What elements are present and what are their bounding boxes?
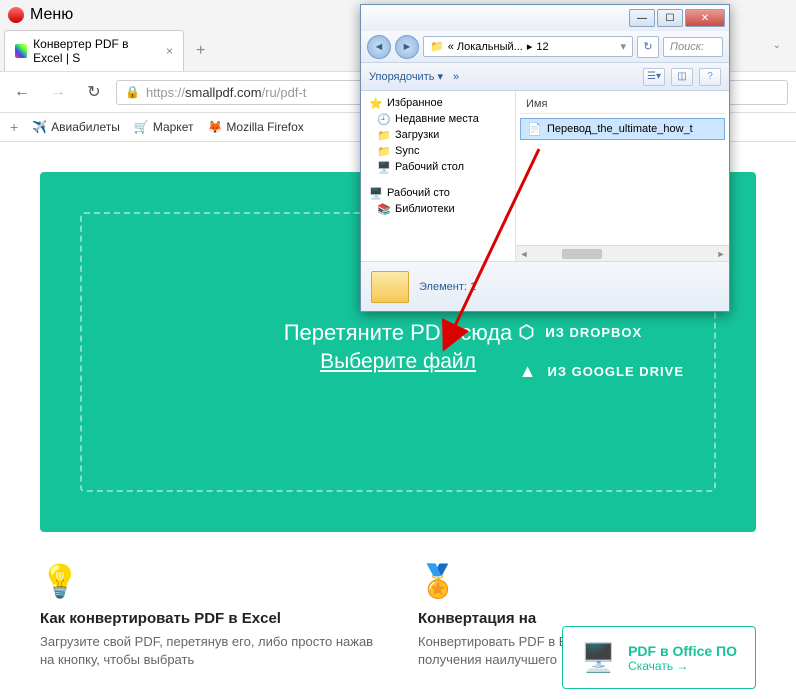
maximize-button[interactable]: ☐ [657,9,683,27]
promo-box[interactable]: 🖥️ PDF в Office ПО Скачать → [562,626,756,689]
new-tab-button[interactable]: + [188,38,213,64]
refresh-button[interactable]: ↻ [637,36,659,58]
badge-icon: 🏅 [418,562,756,600]
cart-icon: 🛒 [134,120,149,134]
scroll-right-icon[interactable]: ► [713,247,729,261]
forward-button[interactable]: → [44,78,72,106]
status-text: Элемент: 1 [419,281,476,293]
explorer-tree: ⭐Избранное 🕘Недавние места 📁Загрузки 📁Sy… [361,91,516,261]
view-options-button[interactable]: ☰▾ [643,68,665,86]
explorer-titlebar[interactable]: — ☐ ✕ [361,5,729,31]
explorer-back-button[interactable]: ◄ [367,35,391,59]
folder-preview-icon [371,271,409,303]
promo-title: PDF в Office ПО [628,643,737,659]
dropbox-button[interactable]: ⬡ ИЗ DROPBOX [519,322,684,343]
toolbar-chevron[interactable]: » [453,71,459,83]
promo-download-link[interactable]: Скачать → [628,659,737,673]
scroll-left-icon[interactable]: ◄ [516,247,532,261]
tree-downloads[interactable]: 📁Загрузки [361,127,515,143]
tree-favorites[interactable]: ⭐Избранное [361,95,515,111]
tab-title: Конвертер PDF в Excel | S [33,37,160,65]
firefox-icon: 🦊 [207,120,222,134]
add-bookmark-icon[interactable]: + [10,119,18,135]
tab-close-icon[interactable]: × [166,44,173,58]
folder-icon: 📁 [430,40,444,53]
file-explorer-window: — ☐ ✕ ◄ ► 📁 « Локальный... ▸ 12 ▾ ↻ Поис… [360,4,730,312]
menu-label[interactable]: Меню [30,6,73,24]
browser-tab[interactable]: Конвертер PDF в Excel | S × [4,30,184,71]
libraries-icon: 📚 [377,203,391,215]
lightbulb-icon: 💡 [40,562,378,600]
gdrive-button[interactable]: ▲ ИЗ GOOGLE DRIVE [519,361,684,382]
scrollbar-thumb[interactable] [562,249,602,259]
folder-icon: 📁 [377,145,391,157]
explorer-search-input[interactable]: Поиск: [663,37,723,57]
tree-libraries[interactable]: 📚Библиотеки [361,201,515,217]
plane-icon: ✈️ [32,120,47,134]
pdf-icon: 📄 [527,122,542,136]
star-icon: ⭐ [369,97,383,109]
help-button[interactable]: ? [699,68,721,86]
horizontal-scrollbar[interactable]: ◄ ► [516,245,729,261]
explorer-forward-button[interactable]: ► [395,35,419,59]
dropbox-icon: ⬡ [519,322,536,343]
tree-sync[interactable]: 📁Sync [361,143,515,159]
feature-title: Как конвертировать PDF в Excel [40,610,378,627]
gdrive-icon: ▲ [519,361,538,382]
lock-icon: 🔒 [125,85,140,99]
close-button[interactable]: ✕ [685,9,725,27]
drop-text: Перетяните PDF сюда [284,320,513,346]
chevron-down-icon[interactable]: ▾ [620,40,626,53]
desktop-icon: 🖥️ [369,187,383,199]
reload-button[interactable]: ↻ [80,78,108,106]
explorer-path-bar[interactable]: 📁 « Локальный... ▸ 12 ▾ [423,36,633,57]
choose-file-link[interactable]: Выберите файл [320,350,476,374]
feature-title: Конвертация на [418,610,756,627]
feature-text: Загрузите свой PDF, перетянув его, либо … [40,633,378,669]
overflow-chevron-icon[interactable]: ⌄ [773,40,781,51]
desktop-icon: 🖥️ [377,161,391,173]
preview-pane-button[interactable]: ◫ [671,68,693,86]
minimize-button[interactable]: — [629,9,655,27]
computer-icon: 🖥️ [581,641,616,674]
column-header-name[interactable]: Имя [520,95,725,114]
file-item[interactable]: 📄 Перевод_the_ultimate_how_t [520,118,725,140]
tab-favicon [15,44,27,58]
folder-icon: 📁 [377,129,391,141]
tree-desktop[interactable]: 🖥️Рабочий стол [361,159,515,175]
bookmark-aviabilety[interactable]: ✈️ Авиабилеты [32,120,120,134]
bookmark-market[interactable]: 🛒 Маркет [134,120,194,134]
tree-recent[interactable]: 🕘Недавние места [361,111,515,127]
organize-menu[interactable]: Упорядочить ▾ [369,70,443,83]
recent-icon: 🕘 [377,113,391,125]
tree-desktop2[interactable]: 🖥️Рабочий сто [361,185,515,201]
bookmark-firefox[interactable]: 🦊 Mozilla Firefox [207,120,303,134]
opera-icon [8,7,24,23]
back-button[interactable]: ← [8,78,36,106]
